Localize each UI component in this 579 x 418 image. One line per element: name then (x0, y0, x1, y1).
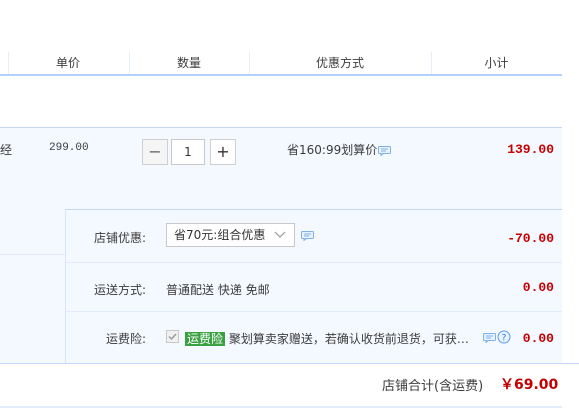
shipping-amount: 0.00 (522, 280, 554, 295)
header-unit-price: 单价 (55, 56, 80, 70)
shipping-label: 运送方式: (93, 283, 146, 297)
insurance-text: 聚划算卖家赠送，若确认收货前退货，可获… (228, 332, 469, 346)
quantity-decrease-button[interactable]: − (142, 139, 168, 165)
bottom-divider (0, 406, 562, 408)
left-row-divider (0, 254, 65, 255)
item-title[interactable]: 经 (0, 141, 12, 158)
header-discount: 优惠方式 (315, 56, 364, 70)
insurance-tag: 运费险 (185, 332, 226, 346)
item-unit-price: 299.00 (49, 142, 89, 154)
shop-total-row (0, 363, 579, 402)
chat-icon[interactable] (378, 145, 391, 159)
shop-discount-selected: 省70元:组合优惠 (174, 228, 266, 242)
header-underline (0, 74, 562, 76)
header-quantity: 数量 (176, 56, 201, 70)
shop-total-amount: ￥69.00 (500, 377, 559, 393)
shop-discount-select[interactable]: 省70元:组合优惠 (166, 223, 295, 247)
insurance-description: 运费险 聚划算卖家赠送，若确认收货前退货，可获… (185, 330, 478, 347)
shop-discount-label: 店铺优惠: (93, 231, 146, 245)
shop-total-label: 店铺合计(含运费) (382, 379, 484, 394)
item-promo-text: 省160:99划算价 (287, 143, 378, 157)
chevron-down-icon (274, 231, 286, 238)
quantity-increase-button[interactable]: + (210, 139, 236, 165)
chat-icon[interactable] (483, 332, 496, 346)
minus-icon: − (148, 142, 162, 161)
plus-icon: + (216, 142, 230, 161)
check-icon (168, 333, 177, 341)
item-subtotal: 139.00 (507, 142, 554, 157)
cart-item-row (0, 127, 562, 210)
shop-discount-amount: -70.00 (507, 231, 554, 246)
row-divider (66, 311, 562, 312)
quantity-input[interactable]: 1 (171, 139, 205, 165)
insurance-label: 运费险: (105, 332, 146, 346)
shop-summary-left-column (0, 209, 66, 363)
shipping-method: 普通配送 快递 免邮 (166, 283, 270, 297)
insurance-checkbox[interactable] (166, 330, 179, 343)
order-table-header: 单价 数量 优惠方式 小计 (0, 0, 579, 76)
row-divider (66, 262, 562, 263)
chat-icon[interactable] (301, 230, 314, 244)
header-subtotal: 小计 (484, 56, 509, 70)
insurance-amount: 0.00 (522, 331, 554, 346)
